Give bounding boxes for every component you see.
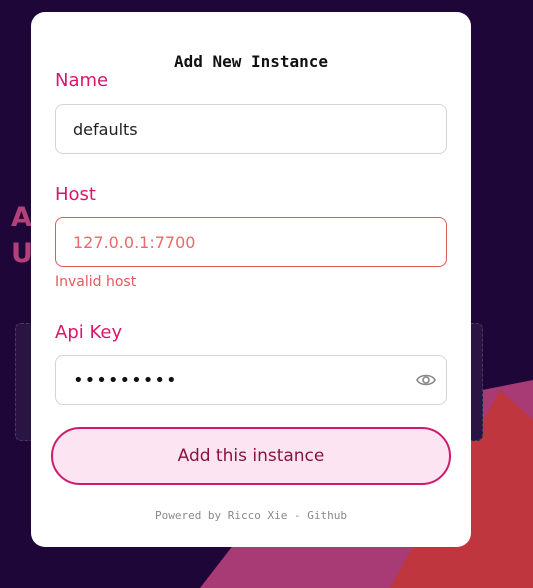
footer: Powered by Ricco Xie - Github (31, 509, 471, 522)
api-key-input[interactable]: ••••••••• (55, 355, 447, 405)
background-heading-line: A (11, 202, 32, 233)
github-link[interactable]: Github (307, 509, 347, 522)
name-input-value: defaults (73, 119, 138, 139)
add-instance-modal: Add New Instance Name defaults Host 127.… (31, 12, 471, 547)
host-input[interactable]: 127.0.0.1:7700 (55, 217, 447, 267)
name-label: Name (55, 70, 109, 91)
name-input[interactable]: defaults (55, 104, 447, 154)
eye-icon[interactable] (416, 372, 436, 388)
footer-text: Powered by Ricco Xie - (154, 509, 308, 522)
host-label: Host (55, 184, 96, 205)
host-input-value: 127.0.0.1:7700 (73, 232, 196, 252)
modal-title: Add New Instance (173, 52, 329, 71)
background-heading-line: U (11, 238, 33, 269)
background-heading: A U (11, 200, 33, 272)
add-instance-button[interactable]: Add this instance (51, 427, 451, 485)
api-key-input-value: ••••••••• (73, 369, 178, 391)
api-key-label: Api Key (55, 322, 123, 343)
host-error-message: Invalid host (55, 274, 137, 290)
